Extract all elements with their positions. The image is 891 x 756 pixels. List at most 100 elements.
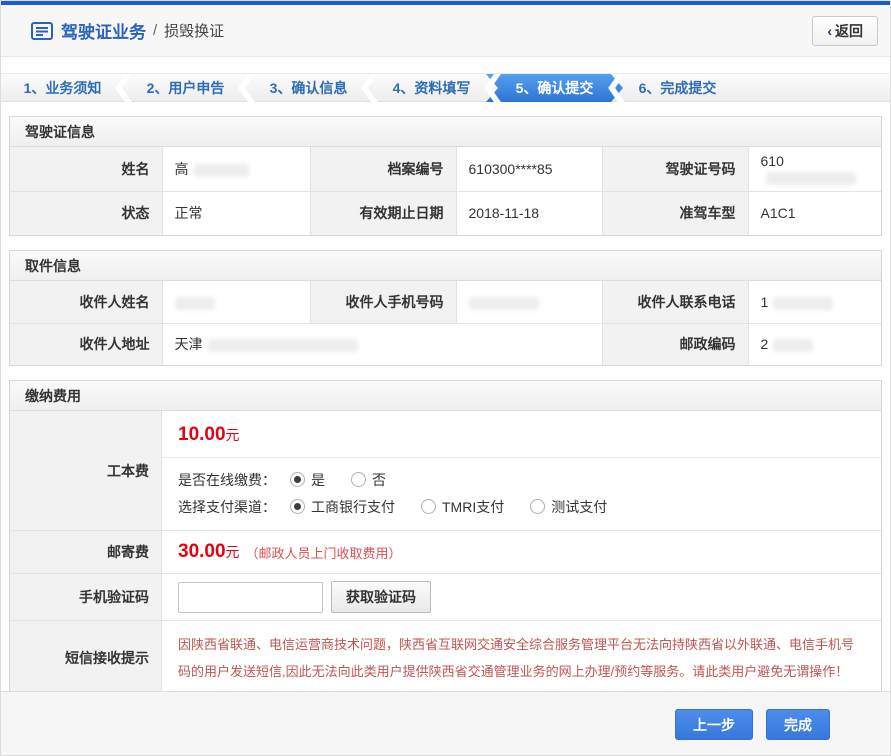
previous-step-button[interactable]: 上一步 [675,709,753,740]
pickup-info-section: 取件信息 收件人姓名 收件人手机号码 收件人联系电话 1 收件人地址 天津 邮政… [9,250,882,366]
recipient-address-value: 天津 [162,323,602,365]
name-value: 高 [162,147,310,191]
payment-channel-row: 选择支付渠道： 工商银行支付 TMRI支付 测试支付 [178,493,865,520]
expiry-value: 2018-11-18 [456,191,602,235]
captcha-content: 获取验证码 [162,574,881,620]
radio-option-yes[interactable]: 是 [290,470,325,490]
table-row: 姓名 高 档案编号 610300****85 驾驶证号码 610 [10,147,881,191]
radio-test-label: 测试支付 [551,497,607,517]
step-wizard: 1、业务须知 2、用户申告 3、确认信息 4、资料填写 5、确认提交 6、完成提… [1,73,890,102]
license-service-icon [31,22,53,40]
recipient-name-value [162,281,310,323]
get-captcha-button[interactable]: 获取验证码 [331,581,431,613]
sms-tip-message: 因陕西省联通、电信运营商技术问题，陕西省互联网交通安全综合服务管理平台无法向持陕… [162,621,881,695]
production-fee-row: 工本费 10.00元 是否在线缴费： 是 否 选择支付渠道： 工商银行支付 TM… [10,411,881,531]
back-button-label: 返回 [835,23,863,39]
mail-fee-label: 邮寄费 [10,531,162,573]
breadcrumb-separator: / [153,22,157,39]
table-row: 收件人姓名 收件人手机号码 收件人联系电话 1 [10,281,881,323]
step-4-fill-data: 4、资料填写 [370,74,493,102]
payment-channel-question: 选择支付渠道： [178,497,276,517]
radio-no-label: 否 [372,470,386,490]
step-6-complete-submit: 6、完成提交 [616,74,739,102]
radio-tmri[interactable] [421,499,436,514]
pickup-section-title: 取件信息 [10,251,881,281]
expiry-label: 有效期止日期 [310,191,456,235]
postcode-value: 2 [748,323,881,365]
mail-fee-note: （邮政人员上门收取费用） [246,543,402,562]
radio-tmri-label: TMRI支付 [442,497,504,517]
step-5-confirm-submit-active: 5、确认提交 [486,74,623,102]
finish-button[interactable]: 完成 [766,709,830,740]
radio-option-icbc[interactable]: 工商银行支付 [290,497,395,517]
payment-options: 是否在线缴费： 是 否 选择支付渠道： 工商银行支付 TMRI支付 测试支付 [162,458,881,530]
radio-option-tmri[interactable]: TMRI支付 [421,497,504,517]
page: 驾驶证业务 / 损毁换证 ‹返回 1、业务须知 2、用户申告 3、确认信息 4、… [0,0,891,756]
step-3-confirm-info: 3、确认信息 [247,74,370,102]
radio-yes-selected[interactable] [290,472,305,487]
production-fee-amount: 10.00元 [162,411,881,458]
sms-tip-row: 短信接收提示 因陕西省联通、电信运营商技术问题，陕西省互联网交通安全综合服务管理… [10,621,881,695]
redacted-text [208,339,358,352]
mail-fee-row: 邮寄费 30.00元 （邮政人员上门收取费用） [10,531,881,574]
mail-fee-content: 30.00元 （邮政人员上门收取费用） [162,531,881,573]
fee-amount: 30.00 [178,541,226,563]
radio-icbc-label: 工商银行支付 [311,497,395,517]
sms-tip-label: 短信接收提示 [10,621,162,695]
step-chevron-separator [489,74,496,102]
postcode-label: 邮政编码 [602,323,748,365]
radio-icbc-selected[interactable] [290,499,305,514]
file-number-value: 610300****85 [456,147,602,191]
radio-option-test[interactable]: 测试支付 [530,497,607,517]
redacted-text [773,339,813,352]
currency-unit: 元 [226,427,240,443]
step-chevron-separator [613,74,620,102]
captcha-label: 手机验证码 [10,574,162,620]
license-info-table: 姓名 高 档案编号 610300****85 驾驶证号码 610 状态 正常 有… [10,147,881,235]
breadcrumb-current: 损毁换证 [164,20,224,41]
back-button[interactable]: ‹返回 [812,16,878,46]
page-title: 驾驶证业务 [61,18,146,43]
radio-yes-label: 是 [311,470,325,490]
recipient-mobile-value [456,281,602,323]
footer-action-bar: 上一步 完成 [1,691,890,755]
pickup-info-table: 收件人姓名 收件人手机号码 收件人联系电话 1 收件人地址 天津 邮政编码 2 [10,281,881,365]
step-chevron-separator [243,74,250,102]
file-number-label: 档案编号 [310,147,456,191]
license-section-title: 驾驶证信息 [10,117,881,147]
name-label: 姓名 [10,147,162,191]
status-value: 正常 [162,191,310,235]
online-payment-row: 是否在线缴费： 是 否 [178,466,865,493]
redacted-text [175,297,215,310]
production-fee-content: 10.00元 是否在线缴费： 是 否 选择支付渠道： 工商银行支付 TMRI支付… [162,411,881,530]
step-chevron-separator [120,74,127,102]
fee-amount: 10.00 [178,424,226,445]
table-row: 收件人地址 天津 邮政编码 2 [10,323,881,365]
recipient-name-label: 收件人姓名 [10,281,162,323]
production-fee-label: 工本费 [10,411,162,530]
header: 驾驶证业务 / 损毁换证 ‹返回 [1,5,890,57]
redacted-text [773,297,833,310]
recipient-phone-value: 1 [748,281,881,323]
license-info-section: 驾驶证信息 姓名 高 档案编号 610300****85 驾驶证号码 610 状… [9,116,882,236]
recipient-phone-label: 收件人联系电话 [602,281,748,323]
radio-option-no[interactable]: 否 [351,470,386,490]
online-payment-question: 是否在线缴费： [178,470,276,490]
captcha-row: 手机验证码 获取验证码 [10,574,881,621]
recipient-address-label: 收件人地址 [10,323,162,365]
step-2-user-declaration: 2、用户申告 [124,74,247,102]
recipient-mobile-label: 收件人手机号码 [310,281,456,323]
captcha-input[interactable] [178,582,323,613]
chevron-left-icon: ‹ [827,23,832,39]
step-chevron-separator [366,74,373,102]
license-number-label: 驾驶证号码 [602,147,748,191]
fees-section: 缴纳费用 工本费 10.00元 是否在线缴费： 是 否 选择支付渠道： 工商银行… [9,380,882,696]
radio-no[interactable] [351,472,366,487]
step-1-business-notice: 1、业务须知 [1,74,124,102]
table-row: 状态 正常 有效期止日期 2018-11-18 准驾车型 A1C1 [10,191,881,235]
redacted-text [469,297,539,310]
license-number-value: 610 [748,147,881,191]
redacted-text [766,172,856,185]
radio-test[interactable] [530,499,545,514]
redacted-text [194,164,249,177]
